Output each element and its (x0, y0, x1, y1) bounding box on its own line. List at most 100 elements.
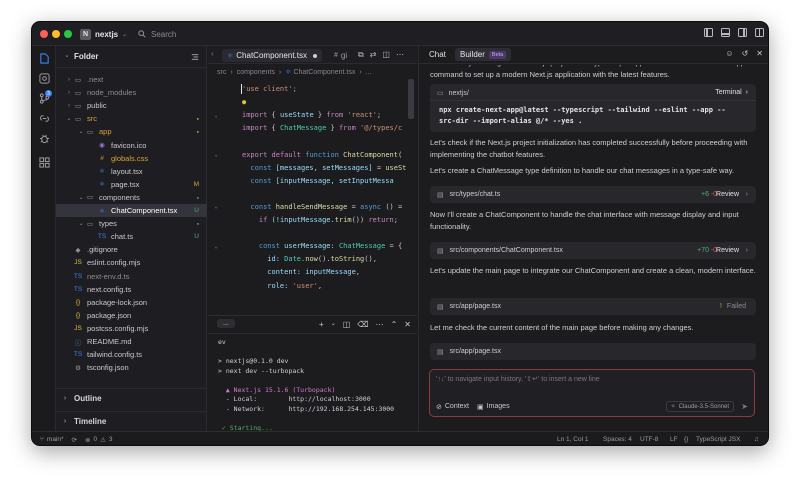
tree-folder[interactable]: ⌄ ▭ app ● (56, 125, 207, 138)
file-change-card[interactable]: ▤ src/types/chat.ts +6 -0 Review › (430, 186, 756, 203)
outline-section[interactable]: › Outline (56, 388, 207, 408)
tree-folder[interactable]: › ▭ public (56, 99, 207, 112)
chevron-down-icon[interactable]: ⌄ (64, 51, 70, 59)
tree-file[interactable]: ⚛ layout.tsx (56, 165, 207, 178)
tree-file[interactable]: ⓘ README.md (56, 335, 207, 348)
tree-file[interactable]: ⚙ tsconfig.json (56, 361, 207, 374)
problems-indicator[interactable]: ⊗ 0 ⚠ 3 (85, 436, 113, 444)
tab-overflow-icon[interactable]: ‹ (211, 49, 214, 58)
tree-folder[interactable]: › ▭ node_modules (56, 86, 207, 99)
fold-chevron-icon[interactable]: ⌄ (208, 203, 224, 210)
cursor-position[interactable]: Ln 1, Col 1 (557, 436, 588, 443)
remote-icon[interactable] (38, 112, 50, 124)
encoding[interactable]: UTF-8 (640, 436, 658, 443)
tree-file[interactable]: TS next.config.ts (56, 283, 207, 296)
tree-file[interactable]: ◆ .gitignore (56, 243, 207, 256)
zoom-window-button[interactable] (64, 30, 72, 38)
review-button[interactable]: Review (716, 191, 739, 198)
tree-folder[interactable]: ⌄ ▭ types ● (56, 217, 207, 230)
timeline-section[interactable]: › Timeline (56, 411, 207, 431)
model-selector[interactable]: ✧ Claude-3.5-Sonnet (665, 401, 734, 412)
maximize-panel-icon[interactable]: ⌃ (391, 320, 398, 329)
search-panel-icon[interactable] (38, 72, 50, 84)
diff-icon[interactable]: ◫ (382, 50, 390, 60)
split-terminal-icon[interactable]: ◫ (343, 320, 351, 329)
chat-input-box[interactable]: '↑↓' to navigate input history, '⇧↵' to … (429, 369, 755, 417)
more-actions-icon[interactable]: ⋯ (376, 320, 384, 329)
terminal-tab[interactable]: ... (217, 319, 235, 328)
debug-icon[interactable] (38, 132, 50, 144)
images-button[interactable]: ▣ Images (477, 403, 510, 411)
indentation[interactable]: Spaces: 4 (603, 436, 632, 443)
code-editor[interactable]: 'use client'; ● ⌄ import { useState } from … (208, 79, 417, 314)
terminal-output[interactable]: ev > nextjs@0.1.0 dev > next dev --turbopa… (218, 338, 413, 445)
history-icon[interactable]: ↺ (742, 49, 749, 58)
image-icon: ▣ (477, 404, 484, 411)
fold-chevron-icon[interactable]: ⌄ (208, 151, 224, 158)
customize-layout-icon[interactable] (755, 28, 764, 37)
line-ending[interactable]: LF (670, 436, 678, 443)
new-terminal-icon[interactable]: + (319, 320, 324, 329)
breadcrumb-src[interactable]: src (217, 69, 226, 76)
notifications-icon[interactable]: ♫ (754, 436, 759, 443)
toggle-secondary-sidebar-icon[interactable] (738, 28, 747, 37)
context-button[interactable]: ⊘ Context (436, 403, 469, 411)
branch-indicator[interactable]: ⑂ main* (40, 436, 64, 443)
tab-chat[interactable]: Chat (429, 50, 446, 59)
code-content: content: inputMessage, (242, 268, 360, 276)
split-icon[interactable]: ⧉ (358, 50, 364, 60)
compare-icon[interactable]: ⇄ (370, 50, 377, 60)
minimize-window-button[interactable] (52, 30, 60, 38)
activity-bar: 3 (32, 46, 56, 431)
tree-file[interactable]: {} package.json (56, 309, 207, 322)
tab-chatcomponent[interactable]: ⚛ ChatComponent.tsx (222, 49, 322, 62)
chevron-down-icon[interactable]: ⌄ (331, 320, 336, 329)
tree-file[interactable]: ◉ favicon.ico (56, 139, 207, 152)
toggle-sidebar-icon[interactable] (704, 28, 713, 37)
tree-folder[interactable]: › ▭ .next (56, 73, 207, 86)
file-change-card[interactable]: ▤ src/app/page.tsx (430, 343, 756, 360)
unsaved-dot-icon[interactable] (312, 53, 317, 58)
tab-gitignore[interactable]: # gi (334, 49, 347, 62)
trash-icon[interactable]: ⌫ (357, 320, 368, 329)
collapse-all-icon[interactable] (191, 53, 199, 61)
fold-chevron-icon[interactable]: ⌄ (208, 243, 224, 250)
tab-builder[interactable]: Builder Beta (455, 48, 512, 61)
close-window-button[interactable] (40, 30, 48, 38)
explorer-icon[interactable] (38, 52, 50, 64)
review-button[interactable]: Review (716, 247, 739, 254)
fold-chevron-icon[interactable]: ⌄ (208, 112, 224, 119)
search-input[interactable]: Search (138, 28, 176, 40)
tree-file[interactable]: TS chat.ts U (56, 230, 207, 243)
tree-file[interactable]: TS tailwind.config.ts (56, 348, 207, 361)
tree-file[interactable]: JS postcss.config.mjs (56, 322, 207, 335)
file-change-card[interactable]: ▤ src/components/ChatComponent.tsx +70 -… (430, 242, 756, 259)
tree-file[interactable]: ⚛ page.tsx M (56, 178, 207, 191)
more-actions-icon[interactable]: ⋯ (396, 50, 404, 60)
source-control-icon[interactable]: 3 (38, 90, 52, 104)
tree-file[interactable]: TS next-env.d.ts (56, 270, 207, 283)
bot-icon[interactable]: ☺ (725, 49, 733, 58)
file-change-card[interactable]: ▤ src/app/page.tsx ! Failed (430, 298, 756, 315)
sync-icon[interactable]: ⟳ (72, 436, 77, 444)
tree-file[interactable]: ⚛ ChatComponent.tsx U (56, 204, 207, 217)
breadcrumb-components[interactable]: components (237, 69, 275, 76)
toggle-panel-icon[interactable] (721, 28, 730, 37)
terminal-command-card[interactable]: ▭ nextjs/ Terminal › npx create-next-app… (430, 84, 756, 132)
folder-file-icon: ▭ (74, 115, 82, 123)
send-icon[interactable]: ➤ (741, 402, 748, 411)
project-switcher[interactable]: N nextjs ⌄ (80, 28, 127, 40)
git-status-badge: U (194, 207, 199, 214)
close-panel-icon[interactable]: ✕ (404, 320, 411, 329)
language-mode[interactable]: TypeScript JSX (696, 436, 740, 443)
tree-file[interactable]: # globals.css (56, 152, 207, 165)
close-panel-icon[interactable]: ✕ (756, 49, 763, 58)
breadcrumb-more[interactable]: ... (366, 69, 372, 76)
tree-file[interactable]: JS eslint.config.mjs (56, 256, 207, 269)
breadcrumb-file[interactable]: ChatComponent.tsx (293, 69, 355, 76)
tree-folder[interactable]: ⌄ ▭ src ● (56, 112, 207, 125)
tree-file[interactable]: {} package-lock.json (56, 296, 207, 309)
folder-file-icon: ▭ (86, 194, 94, 202)
extensions-icon[interactable] (38, 156, 50, 168)
tree-folder[interactable]: ⌄ ▭ components ● (56, 191, 207, 204)
